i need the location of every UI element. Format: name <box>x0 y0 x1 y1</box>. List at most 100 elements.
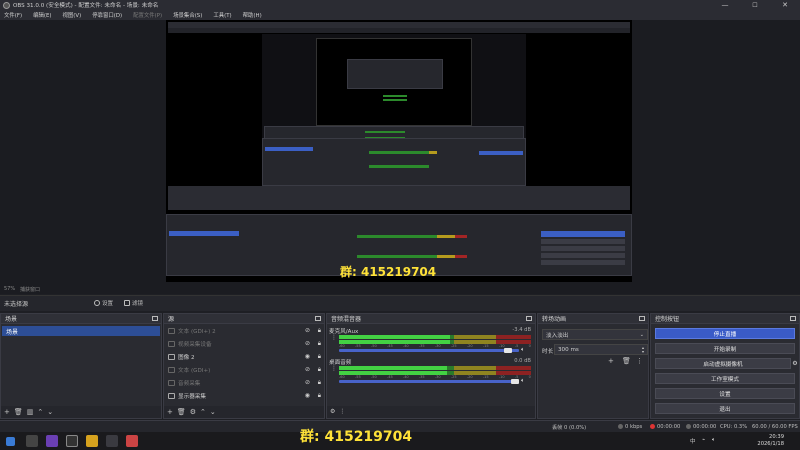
preview-status-row: 57% 捕获窗口 <box>0 284 800 294</box>
eye-closed-icon[interactable]: ⊘ <box>305 366 310 373</box>
record-indicator-icon <box>686 424 691 429</box>
menu-view[interactable]: 视图(V) <box>63 11 82 19</box>
taskbar-app-icon[interactable] <box>66 435 78 447</box>
fader-knob[interactable] <box>503 348 512 353</box>
exit-button[interactable]: 退出 <box>655 403 795 414</box>
volume-fader[interactable] <box>339 379 519 384</box>
source-settings-button[interactable]: ⚙ <box>190 408 196 416</box>
source-list: 文本 (GDI+) 2 ⊘ 🔒︎ 视频采集设备 ⊘ 🔒︎ 图像 2 ◉ 🔒︎ 文… <box>164 324 324 402</box>
menu-docks[interactable]: 停靠窗口(D) <box>92 11 122 19</box>
stop-streaming-button[interactable]: 停止直播 <box>655 328 795 339</box>
virtual-camera-settings-icon[interactable]: ⚙ <box>791 358 799 369</box>
source-item[interactable]: 文本 (GDI+) 2 ⊘ 🔒︎ <box>164 324 324 337</box>
volume-meter <box>339 366 531 370</box>
duration-input[interactable]: 300 ms ▴ ▾ <box>554 344 648 355</box>
maximize-button[interactable]: ☐ <box>740 0 770 10</box>
lock-icon[interactable]: 🔒︎ <box>318 392 321 400</box>
studio-mode-button[interactable]: 工作室模式 <box>655 373 795 384</box>
taskbar-app-icon[interactable] <box>126 435 138 447</box>
stream-indicator-icon <box>650 424 655 429</box>
preview-canvas[interactable]: 群: 415219704 <box>166 20 632 282</box>
scale-tick: -40 <box>402 344 409 348</box>
menu-tools[interactable]: 工具(T) <box>213 11 231 19</box>
taskbar-clock[interactable]: 20:39 2026/1/18 <box>757 434 784 448</box>
source-filters-button[interactable]: 滤镜 <box>124 299 143 307</box>
mixer-settings-icon[interactable]: ⚙ <box>330 408 335 416</box>
fader-knob[interactable] <box>511 379 519 384</box>
gear-icon <box>94 300 100 306</box>
remove-transition-button[interactable]: 🗑 <box>622 357 631 365</box>
remove-source-button[interactable]: 🗑 <box>177 408 186 416</box>
scene-filters-button[interactable]: ▥ <box>27 408 34 416</box>
scale-tick: -35 <box>418 375 425 379</box>
volume-fader[interactable] <box>339 348 519 353</box>
transition-menu-icon[interactable]: ⋮ <box>636 357 643 365</box>
kebab-menu-icon[interactable]: ⋮ <box>331 334 337 341</box>
nested-ctl-btn <box>541 239 625 244</box>
undock-icon[interactable] <box>152 316 158 321</box>
source-item[interactable]: 图像 2 ◉ 🔒︎ <box>164 350 324 363</box>
spinner-icon[interactable]: ▴ ▾ <box>642 346 644 354</box>
speaker-icon[interactable]: 🔈︎ <box>521 377 525 385</box>
start-recording-button[interactable]: 开始录制 <box>655 343 795 354</box>
mixer-header: 音频混音器 <box>327 314 535 324</box>
mixer-menu-icon[interactable]: ⋮ <box>339 408 345 416</box>
taskbar-app-icon[interactable] <box>26 435 38 447</box>
close-button[interactable]: ✕ <box>770 0 800 10</box>
nested-meter-a-y <box>429 151 437 154</box>
add-scene-button[interactable]: + <box>4 408 10 416</box>
undock-icon[interactable] <box>639 316 645 321</box>
move-source-up-button[interactable]: ⌃ <box>200 408 206 416</box>
speaker-icon[interactable]: 🔈︎ <box>521 346 525 354</box>
tray-lang[interactable]: 中 <box>690 437 696 445</box>
settings-button[interactable]: 设置 <box>655 388 795 399</box>
remove-scene-button[interactable]: 🗑 <box>14 408 23 416</box>
move-scene-down-button[interactable]: ⌄ <box>47 408 53 416</box>
menu-help[interactable]: 帮助(H) <box>243 11 262 19</box>
add-source-button[interactable]: + <box>167 408 173 416</box>
lock-icon[interactable]: 🔒︎ <box>318 353 321 361</box>
lock-icon[interactable]: 🔒︎ <box>318 366 321 374</box>
tray-volume-icon[interactable]: 🔈︎ <box>712 437 715 444</box>
undock-icon[interactable] <box>315 316 321 321</box>
lock-icon[interactable]: 🔒︎ <box>318 340 321 348</box>
source-item[interactable]: 文本 (GDI+) ⊘ 🔒︎ <box>164 363 324 376</box>
source-item[interactable]: 显示器采集 ◉ 🔒︎ <box>164 389 324 402</box>
duration-label: 时长 <box>542 349 554 355</box>
eye-closed-icon[interactable]: ⊘ <box>305 379 310 386</box>
eye-closed-icon[interactable]: ⊘ <box>305 340 310 347</box>
eye-icon[interactable]: ◉ <box>305 353 310 360</box>
undock-icon[interactable] <box>526 316 532 321</box>
kebab-menu-icon[interactable]: ⋮ <box>331 365 337 372</box>
eye-icon[interactable]: ◉ <box>305 392 310 399</box>
fps: 60.00 / 60.00 FPS <box>752 424 798 430</box>
minimize-button[interactable]: — <box>710 0 740 10</box>
taskbar-obs-icon[interactable] <box>106 435 118 447</box>
add-transition-button[interactable]: + <box>608 357 614 365</box>
undock-icon[interactable] <box>790 316 796 321</box>
scale-tick: -40 <box>402 375 409 379</box>
taskbar-app-icon[interactable] <box>46 435 58 447</box>
source-properties-button[interactable]: 设置 <box>94 299 113 307</box>
scale-tick: -60 <box>339 375 345 379</box>
chevron-down-icon: ⌄ <box>639 332 644 338</box>
scene-item[interactable]: 场景 <box>2 326 160 336</box>
scale-tick: -25 <box>450 344 457 348</box>
tray-network-icon[interactable]: ⌁ <box>702 437 705 443</box>
lock-icon[interactable]: 🔒︎ <box>318 379 321 387</box>
nested-preview <box>262 34 526 146</box>
scale-tick: -25 <box>450 375 457 379</box>
menu-edit[interactable]: 编辑(E) <box>33 11 51 19</box>
move-source-down-button[interactable]: ⌄ <box>210 408 216 416</box>
taskbar-app-icon[interactable] <box>86 435 98 447</box>
transition-select[interactable]: 淡入淡出 ⌄ <box>542 329 648 340</box>
windows-start-icon[interactable] <box>6 437 15 446</box>
source-item[interactable]: 视频采集设备 ⊘ 🔒︎ <box>164 337 324 350</box>
menu-scene-collection[interactable]: 场景集合(S) <box>173 11 202 19</box>
move-scene-up-button[interactable]: ⌃ <box>37 408 43 416</box>
menu-file[interactable]: 文件(F) <box>4 11 22 19</box>
start-virtual-camera-button[interactable]: 启动虚拟摄像机 <box>655 358 791 369</box>
source-item[interactable]: 音频采集 ⊘ 🔒︎ <box>164 376 324 389</box>
eye-closed-icon[interactable]: ⊘ <box>305 327 310 334</box>
lock-icon[interactable]: 🔒︎ <box>318 327 321 335</box>
